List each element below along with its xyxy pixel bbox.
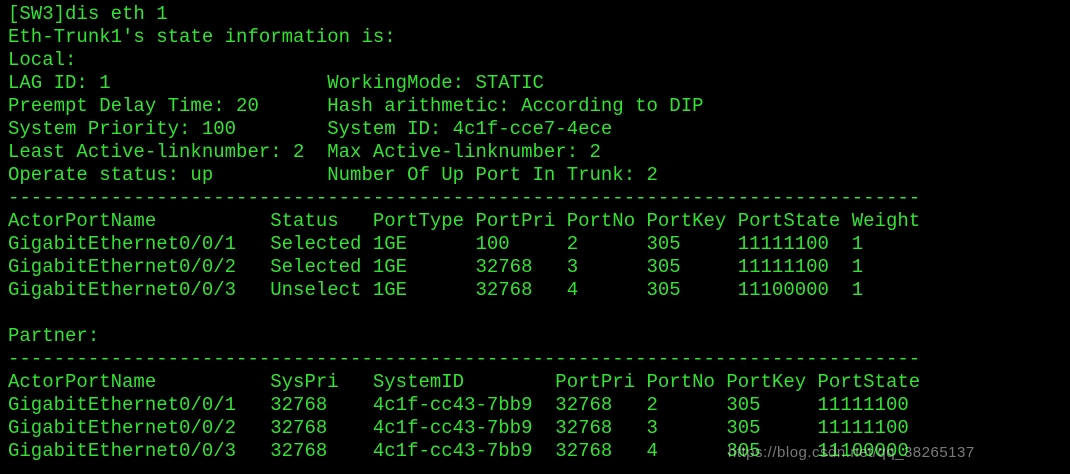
terminal-line-partner-row: GigabitEthernet0/0/2 32768 4c1f-cc43-7bb…	[8, 417, 909, 439]
terminal-line-local-header: Local:	[8, 49, 77, 71]
terminal-line-local-table-header: ActorPortName Status PortType PortPri Po…	[8, 210, 921, 232]
terminal-line-lag-id: LAG ID: 1 WorkingMode: STATIC	[8, 72, 544, 94]
terminal-line-preempt-delay: Preempt Delay Time: 20 Hash arithmetic: …	[8, 95, 704, 117]
terminal-line-local-row: GigabitEthernet0/0/3 Unselect 1GE 32768 …	[8, 279, 864, 301]
terminal-line-divider: ----------------------------------------…	[8, 187, 921, 209]
terminal-line-partner-header: Partner:	[8, 325, 100, 347]
terminal-line-partner-row: GigabitEthernet0/0/1 32768 4c1f-cc43-7bb…	[8, 394, 909, 416]
terminal-line-local-row: GigabitEthernet0/0/2 Selected 1GE 32768 …	[8, 256, 864, 278]
terminal-line-trunk-info: Eth-Trunk1's state information is:	[8, 26, 396, 48]
terminal-line-least-active: Least Active-linknumber: 2 Max Active-li…	[8, 141, 601, 163]
terminal-line-command: [SW3]dis eth 1	[8, 3, 168, 25]
terminal-line-divider: ----------------------------------------…	[8, 348, 921, 370]
terminal-window[interactable]: [SW3]dis eth 1 Eth-Trunk1's state inform…	[0, 0, 1070, 474]
terminal-line-operate-status: Operate status: up Number Of Up Port In …	[8, 164, 658, 186]
terminal-line-system-priority: System Priority: 100 System ID: 4c1f-cce…	[8, 118, 613, 140]
terminal-line-local-row: GigabitEthernet0/0/1 Selected 1GE 100 2 …	[8, 233, 864, 255]
watermark-url: https://blog.csdn.net/qq_38265137	[728, 444, 975, 461]
terminal-line-partner-table-header: ActorPortName SysPri SystemID PortPri Po…	[8, 371, 921, 393]
